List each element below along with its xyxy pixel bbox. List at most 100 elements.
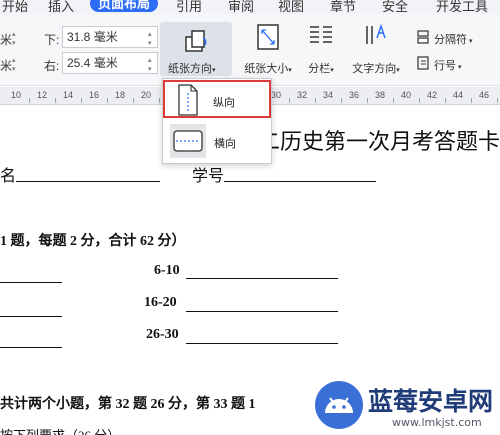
ruler-label: 10 bbox=[11, 90, 22, 100]
menu-developer[interactable]: 开发工具 bbox=[436, 0, 488, 14]
ruler-label: 18 bbox=[115, 90, 126, 100]
ruler-label: 34 bbox=[323, 90, 334, 100]
doc-title: 二历史第一次月考答题卡 bbox=[258, 129, 500, 154]
landscape-page-icon bbox=[170, 124, 206, 158]
answer-blank bbox=[186, 343, 338, 344]
margin-right-field[interactable]: 25.4 毫米 bbox=[62, 52, 158, 74]
caret-down-icon: ▾ bbox=[467, 38, 473, 45]
ruler-label: 40 bbox=[401, 90, 412, 100]
separator-button[interactable]: 分隔符 ▾ bbox=[414, 28, 494, 48]
margin-right-spinner[interactable]: ▴ ▾ bbox=[148, 56, 156, 74]
watermark-title: 蓝莓安卓网 bbox=[368, 387, 494, 416]
ruler-label: 12 bbox=[37, 90, 48, 100]
section2-heading: 共计两个小题，第 32 题 26 分，第 33 题 1 bbox=[0, 397, 256, 412]
section1-heading: 1 题，每题 2 分，合计 62 分） bbox=[0, 234, 186, 249]
line-number-label: 行号 bbox=[434, 60, 456, 72]
answer-blank bbox=[0, 347, 62, 348]
ruler-label: 32 bbox=[297, 90, 308, 100]
ruler-tick bbox=[133, 98, 134, 103]
line-number-icon bbox=[417, 56, 429, 70]
margin-left-spinner[interactable]: ▴ ▾ bbox=[12, 56, 20, 74]
menu-security[interactable]: 安全 bbox=[382, 0, 408, 14]
ruler-tick bbox=[497, 98, 498, 103]
android-logo-icon bbox=[315, 381, 363, 429]
caret-down-icon: ▾ bbox=[456, 64, 462, 71]
caret-down-icon: ▾ bbox=[396, 67, 400, 74]
ruler-tick bbox=[367, 98, 368, 103]
menu-review[interactable]: 审阅 bbox=[228, 0, 254, 14]
ruler-tick bbox=[315, 98, 316, 103]
ruler-tick bbox=[55, 98, 56, 103]
answer-blank bbox=[0, 282, 62, 283]
ruler-label: 46 bbox=[479, 90, 490, 100]
portrait-page-icon bbox=[178, 84, 198, 116]
margin-right-label: 右: bbox=[44, 59, 60, 73]
answer-blank bbox=[186, 278, 338, 279]
columns-label: 分栏 bbox=[308, 63, 331, 75]
answer-blank bbox=[186, 311, 338, 312]
menu-insert[interactable]: 插入 bbox=[48, 0, 74, 14]
ruler-label: 16 bbox=[89, 90, 100, 100]
margin-bottom-field[interactable]: 31.8 毫米 bbox=[62, 26, 158, 48]
menu-view[interactable]: 视图 bbox=[278, 0, 304, 14]
portrait-label: 纵向 bbox=[213, 97, 235, 109]
orientation-button[interactable]: 纸张方向▾ bbox=[160, 22, 232, 76]
range-label: 26-30 bbox=[146, 327, 179, 342]
paper-size-icon bbox=[257, 24, 279, 50]
ruler-tick bbox=[419, 98, 420, 103]
ruler-label: 38 bbox=[375, 90, 386, 100]
caret-down-icon: ▾ bbox=[288, 67, 292, 74]
ruler-label: 36 bbox=[349, 90, 360, 100]
menu-chapter[interactable]: 章节 bbox=[330, 0, 356, 14]
menu-start[interactable]: 开始 bbox=[2, 0, 28, 14]
margin-top-spinner[interactable]: ▴ ▾ bbox=[12, 30, 20, 48]
margin-right-value: 25.4 毫米 bbox=[67, 56, 118, 70]
student-id-blank bbox=[224, 181, 376, 182]
margin-bottom-spinner[interactable]: ▴ ▾ bbox=[148, 30, 156, 48]
text-direction-label: 文字方向 bbox=[352, 63, 397, 75]
section2-sub: 按下列要求（26 分） bbox=[0, 425, 120, 435]
columns-button[interactable]: 分栏▾ bbox=[302, 22, 340, 78]
ruler-tick bbox=[107, 98, 108, 103]
margin-top-suffix: 米 bbox=[0, 33, 13, 47]
menu-bar: 开始 插入 页面布局 引用 审阅 视图 章节 安全 开发工具 bbox=[0, 0, 500, 14]
orientation-dropdown: 纵向 横向 bbox=[162, 78, 272, 164]
ruler-tick bbox=[29, 98, 30, 103]
ruler-tick bbox=[393, 98, 394, 103]
landscape-label: 横向 bbox=[214, 138, 236, 150]
ruler-label: 30 bbox=[271, 90, 282, 100]
landscape-option[interactable]: 横向 bbox=[166, 123, 270, 161]
line-number-button[interactable]: 行号 ▾ bbox=[414, 54, 494, 74]
separator-icon bbox=[417, 30, 429, 44]
menu-page-layout[interactable]: 页面布局 bbox=[90, 0, 159, 12]
paper-size-label: 纸张大小 bbox=[244, 63, 289, 75]
site-watermark: 蓝莓安卓网 www.lmkjst.com bbox=[312, 376, 500, 435]
paper-size-button[interactable]: 纸张大小▾ bbox=[236, 22, 300, 78]
range-label: 6-10 bbox=[154, 263, 180, 278]
ruler-tick bbox=[289, 98, 290, 103]
ruler-tick bbox=[471, 98, 472, 103]
menu-references[interactable]: 引用 bbox=[176, 0, 202, 14]
ruler-tick bbox=[341, 98, 342, 103]
doc-name-label: 名 bbox=[0, 168, 17, 185]
ruler-tick bbox=[445, 98, 446, 103]
orientation-icon bbox=[185, 30, 207, 52]
ruler-label: 44 bbox=[453, 90, 464, 100]
text-direction-button[interactable]: 文字方向▾ bbox=[344, 22, 408, 78]
orientation-label: 纸张方向 bbox=[168, 63, 212, 75]
caret-down-icon: ▾ bbox=[330, 67, 334, 74]
ruler-tick bbox=[81, 98, 82, 103]
margin-bottom-label: 下: bbox=[44, 33, 60, 47]
watermark-url: www.lmkjst.com bbox=[392, 416, 482, 429]
ruler-tick bbox=[159, 98, 160, 103]
margin-bottom-value: 31.8 毫米 bbox=[67, 30, 118, 44]
columns-icon bbox=[310, 26, 332, 43]
answer-blank bbox=[0, 316, 62, 317]
portrait-option[interactable]: 纵向 bbox=[163, 80, 271, 118]
text-direction-icon bbox=[366, 23, 386, 44]
separator-label: 分隔符 bbox=[434, 34, 467, 46]
ruler-label: 20 bbox=[141, 90, 152, 100]
ruler-label: 14 bbox=[63, 90, 74, 100]
caret-down-icon: ▾ bbox=[212, 67, 216, 74]
doc-student-id-label: 学号 bbox=[192, 168, 225, 185]
